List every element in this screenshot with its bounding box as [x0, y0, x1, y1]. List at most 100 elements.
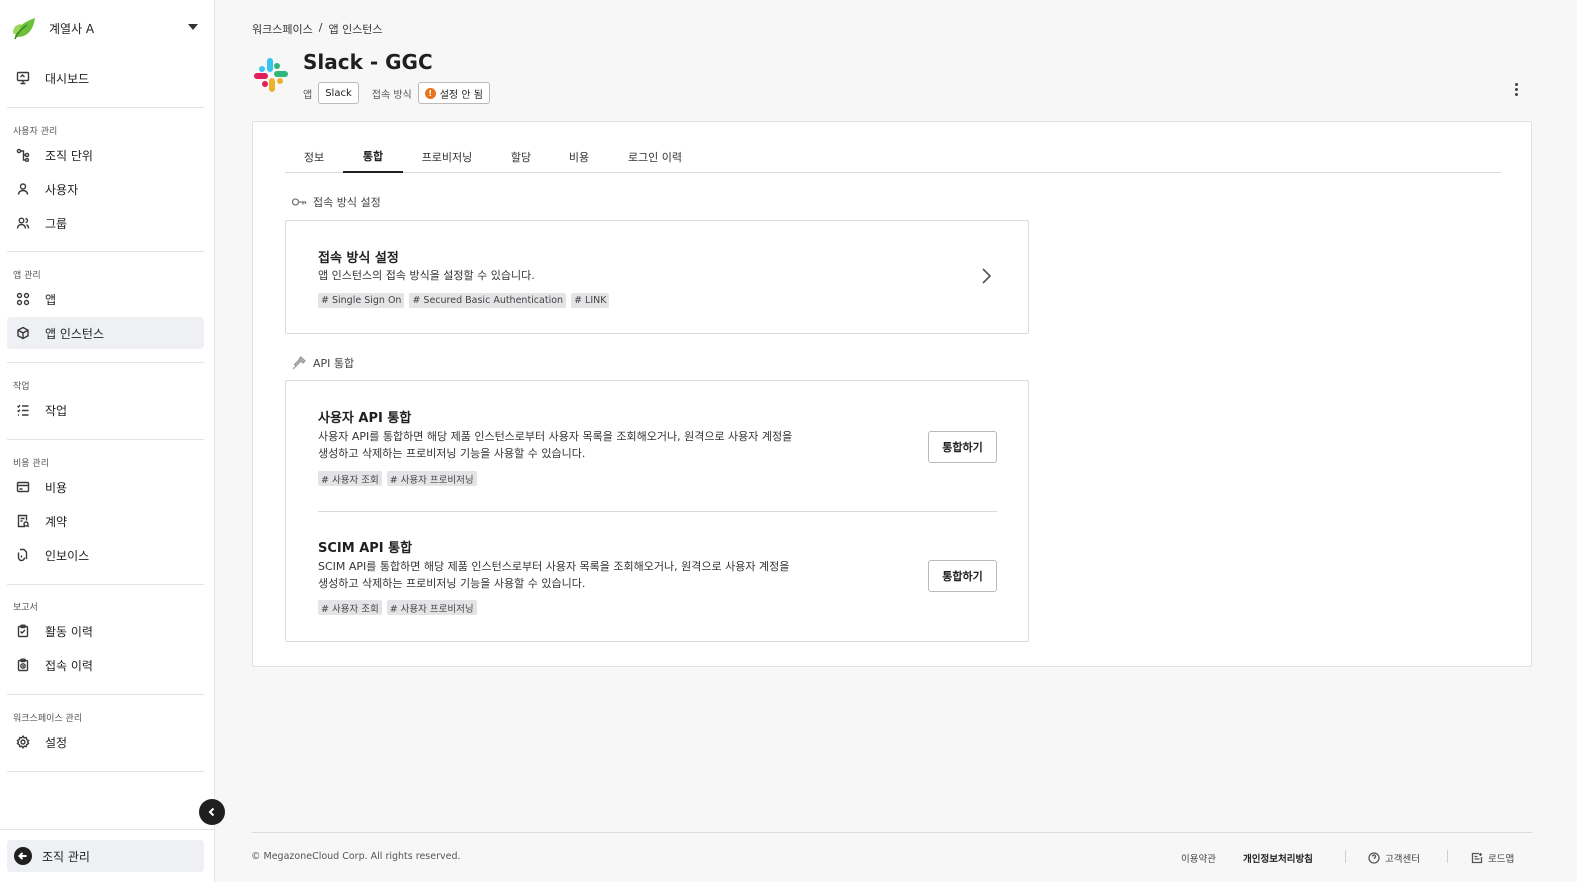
- breadcrumb-separator: /: [318, 21, 323, 34]
- sidebar-item-access-log[interactable]: 접속 이력: [7, 649, 204, 681]
- credit-card-icon: [16, 480, 30, 494]
- section-label-reports: 보고서: [13, 603, 38, 613]
- sidebar-divider: [7, 251, 204, 252]
- sidebar-item-label: 설정: [45, 735, 68, 750]
- user-api-title: 사용자 API 통합: [318, 411, 412, 426]
- sidebar-collapse-button[interactable]: [199, 799, 225, 825]
- arrow-left-icon: [14, 847, 32, 865]
- api-integration-box: 사용자 API 통합 사용자 API를 통합하면 해당 제품 인스턴스로부터 사…: [285, 380, 1029, 642]
- org-tree-icon: [16, 148, 30, 162]
- tab-assignment[interactable]: 할당: [491, 140, 551, 173]
- access-status-badge[interactable]: ! 설정 안 됨: [417, 82, 490, 104]
- sidebar-item-apps[interactable]: 앱: [7, 283, 204, 315]
- chip-tag: # 사용자 프로비저닝: [386, 471, 477, 486]
- breadcrumb-app-instances[interactable]: 앱 인스턴스: [328, 21, 382, 37]
- user-icon: [16, 182, 30, 196]
- breadcrumb-workspace[interactable]: 워크스페이스: [252, 21, 313, 37]
- copyright-text: © MegazoneCloud Corp. All rights reserve…: [251, 851, 461, 862]
- access-status-text: 설정 안 됨: [439, 89, 483, 101]
- dot-icon: [1514, 87, 1518, 91]
- contract-icon: [16, 514, 30, 528]
- more-options-button[interactable]: [1508, 80, 1524, 98]
- chip-tag: # 사용자 조회: [318, 471, 382, 486]
- app-name-tag[interactable]: Slack: [318, 82, 359, 104]
- user-api-integrate-button[interactable]: 통합하기: [928, 431, 997, 463]
- apps-grid-icon: [16, 292, 30, 306]
- sidebar-divider: [7, 584, 204, 585]
- org-manage-button[interactable]: 조직 관리: [7, 840, 204, 872]
- dot-icon: [1514, 82, 1518, 86]
- tab-integration[interactable]: 통합: [343, 140, 403, 173]
- footer-separator: [1447, 850, 1448, 863]
- tab-info[interactable]: 정보: [285, 140, 343, 173]
- access-chips: # Single Sign On # Secured Basic Authent…: [318, 293, 610, 308]
- caret-down-icon: [188, 24, 198, 30]
- sidebar-item-org-units[interactable]: 조직 단위: [7, 139, 204, 171]
- api-box-divider: [318, 511, 997, 512]
- sidebar-item-label: 활동 이력: [45, 624, 93, 639]
- sidebar-item-app-instances[interactable]: 앱 인스턴스: [7, 317, 204, 349]
- page-title: Slack - GGC: [303, 50, 433, 74]
- tab-costs[interactable]: 비용: [551, 140, 607, 173]
- group-icon: [16, 216, 30, 230]
- sidebar-item-tasks[interactable]: 작업: [7, 394, 204, 426]
- chevron-right-icon[interactable]: [978, 266, 994, 286]
- roadmap-link[interactable]: 로드맵: [1471, 851, 1514, 865]
- footer-divider: [252, 832, 1532, 833]
- sidebar-item-label: 대시보드: [45, 71, 90, 86]
- sidebar-item-costs[interactable]: 비용: [7, 471, 204, 503]
- sidebar-item-settings[interactable]: 설정: [7, 726, 204, 758]
- access-method-box[interactable]: 접속 방식 설정 앱 인스턴스의 접속 방식을 설정할 수 있습니다. # Si…: [285, 220, 1029, 334]
- sidebar-item-groups[interactable]: 그룹: [7, 207, 204, 239]
- support-label: 고객센터: [1385, 854, 1420, 865]
- scim-api-title: SCIM API 통합: [318, 541, 413, 556]
- support-link[interactable]: 고객센터: [1368, 851, 1420, 865]
- sidebar-item-label: 접속 이력: [45, 658, 93, 673]
- sidebar-item-contracts[interactable]: 계약: [7, 505, 204, 537]
- scim-api-desc: SCIM API를 통합하면 해당 제품 인스턴스로부터 사용자 목록을 조회해…: [318, 560, 790, 590]
- sidebar-divider: [7, 107, 204, 108]
- roadmap-label: 로드맵: [1488, 854, 1515, 865]
- app-label: 앱: [303, 89, 313, 101]
- sidebar-item-label: 비용: [45, 480, 68, 495]
- tab-provisioning[interactable]: 프로비저닝: [403, 140, 491, 173]
- tab-login-history[interactable]: 로그인 이력: [607, 140, 703, 173]
- sidebar-item-label: 그룹: [45, 216, 68, 231]
- sidebar-item-invoices[interactable]: 인보이스: [7, 539, 204, 571]
- footer-separator: [1345, 850, 1346, 863]
- chip-tag: # LINK: [571, 293, 610, 308]
- sidebar-item-label: 앱: [45, 292, 57, 307]
- chip-tag: # 사용자 프로비저닝: [386, 600, 477, 615]
- scim-api-integrate-button[interactable]: 통합하기: [928, 560, 997, 592]
- access-box-desc: 앱 인스턴스의 접속 방식을 설정할 수 있습니다.: [318, 269, 535, 282]
- terms-link[interactable]: 이용약관: [1181, 851, 1216, 865]
- help-circle-icon: [1368, 852, 1380, 864]
- workspace-switcher[interactable]: 계열사 A: [8, 12, 206, 44]
- sidebar-item-activity-log[interactable]: 활동 이력: [7, 615, 204, 647]
- sidebar-item-label: 사용자: [45, 182, 79, 197]
- section-label-costs: 비용 관리: [13, 459, 49, 469]
- section-heading-text: 접속 방식 설정: [313, 196, 381, 209]
- integration-card: 정보 통합 프로비저닝 할당 비용 로그인 이력 접속 방식 설정 접속 방식 …: [252, 121, 1532, 667]
- sidebar-item-label: 인보이스: [45, 548, 90, 563]
- access-method-label: 접속 방식: [371, 89, 412, 101]
- leaf-logo-icon: [13, 18, 35, 40]
- sidebar-item-dashboard[interactable]: 대시보드: [7, 62, 204, 94]
- breadcrumb: 워크스페이스 / 앱 인스턴스: [252, 21, 383, 37]
- dashboard-icon: [16, 71, 30, 85]
- clipboard-icon: [16, 624, 30, 638]
- section-label-apps: 앱 관리: [13, 271, 41, 281]
- dot-icon: [1514, 92, 1518, 96]
- sidebar: 계열사 A 대시보드 사용자 관리 조직 단위 사용자 그룹 앱 관리 앱 앱 …: [0, 0, 215, 882]
- cube-icon: [16, 326, 30, 340]
- chip-tag: # 사용자 조회: [318, 600, 382, 615]
- slack-logo-icon: [254, 58, 288, 92]
- sidebar-item-label: 조직 단위: [45, 148, 93, 163]
- roadmap-icon: [1471, 852, 1483, 864]
- sidebar-item-label: 앱 인스턴스: [45, 326, 105, 341]
- invoice-icon: [16, 548, 30, 562]
- tab-bar: 정보 통합 프로비저닝 할당 비용 로그인 이력: [285, 140, 1501, 173]
- sidebar-item-users[interactable]: 사용자: [7, 173, 204, 205]
- privacy-link[interactable]: 개인정보처리방침: [1243, 851, 1313, 865]
- gear-icon: [16, 735, 30, 749]
